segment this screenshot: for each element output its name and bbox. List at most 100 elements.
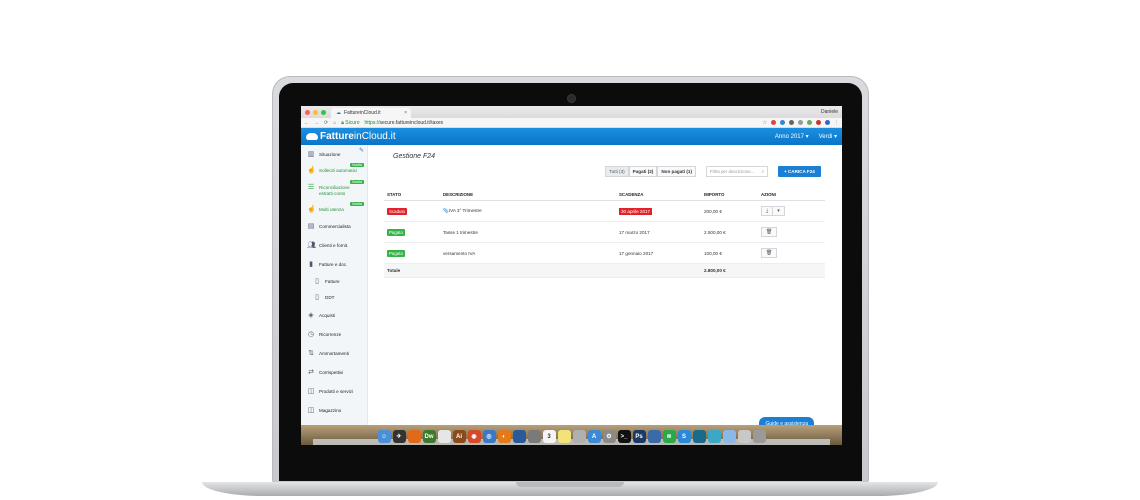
notes-icon[interactable] [557,430,571,443]
document-icon: ▯ [315,294,319,302]
launchpad-icon[interactable]: ✈ [392,430,406,443]
download-icon[interactable]: ⤓ [762,207,772,215]
sidebar-item-ammortamenti[interactable]: ⇅ Ammortamenti [301,350,367,357]
browser-user[interactable]: Daniele [821,109,838,115]
extension-icon[interactable] [789,119,794,125]
downloads-icon[interactable] [737,430,751,443]
upload-f24-button[interactable]: + CARICA F24 [777,166,821,177]
skype-icon[interactable]: S [677,430,691,443]
app-icon[interactable] [572,430,586,443]
filter-all-button[interactable]: Tutti (3) [605,166,629,177]
app-icon[interactable] [692,430,706,443]
sidebar-item-ricorrenze[interactable]: ◷ Ricorrenze [301,331,367,338]
user-menu[interactable]: Verdi ▾ [819,133,837,140]
table-row[interactable]: Pagato versamento IVA 17 gennaio 2017 10… [384,242,825,264]
sidebar-item-fatture-doc[interactable]: ▮ Fatture e doc. [301,261,367,268]
finder-icon[interactable]: ☺ [377,430,391,443]
extension-icon[interactable] [798,119,803,125]
reload-icon[interactable]: ⟳ [324,120,328,126]
sidebar-item-multi-utenza[interactable]: ☝ Multi utenza Novità [301,202,367,213]
maximize-window-button[interactable] [321,109,326,115]
home-icon[interactable]: ⌂ [333,120,336,126]
browser-tab[interactable]: ☁ FattureinCloud.it × [331,108,411,118]
year-selector[interactable]: Anno 2017 ▾ [775,133,809,140]
star-icon[interactable]: ☆ [763,120,767,126]
app-logo[interactable]: FattureinCloud.it [306,131,396,142]
tab-close-icon[interactable]: × [404,110,407,116]
sidebar-item-riconciliazione[interactable]: ☰ Riconciliazione estratti conto Novità [301,180,367,196]
app-icon[interactable] [647,430,661,443]
minimize-window-button[interactable] [313,109,318,115]
preview-icon[interactable] [437,430,451,443]
trash-icon[interactable]: 🗑︎ [762,228,776,236]
teamviewer-icon[interactable] [707,430,721,443]
app-icon[interactable] [407,430,421,443]
list-icon: ☰ [307,184,315,191]
photoshop-icon[interactable]: Ps [632,430,646,443]
search-input[interactable]: Filtra per descrizione... ⌕ [705,166,768,177]
sidebar-item-commercialista[interactable]: ▤ Commercialista [301,223,367,230]
column-header[interactable]: STATO [384,189,440,201]
laptop-notch [516,482,624,487]
sidebar-item-clienti[interactable]: 👥︎ Clienti e fornit. [301,242,367,249]
sidebar-item-fatture[interactable]: ▯ Fatture [301,278,367,285]
extension-icon[interactable] [780,119,785,125]
screen: ☁ FattureinCloud.it × Daniele ← → ⟳ ⌂ 🔒︎… [301,106,842,445]
sidebar-item-prodotti[interactable]: ◫ Prodotti e servizi [301,388,367,395]
folder-icon[interactable] [722,430,736,443]
box-icon: ◫ [307,407,315,415]
row-description[interactable]: IVA 3° Trimestre [449,208,482,213]
secure-label[interactable]: 🔒︎ Sicuro [341,120,359,126]
sidebar-item-acquisti[interactable]: ◈ Acquisti [301,312,367,319]
table-row[interactable]: Scaduto 📎︎IVA 3° Trimestre 30 aprile 201… [384,200,825,222]
illustrator-icon[interactable]: Ai [452,430,466,443]
extension-icon[interactable] [825,119,830,125]
chrome-icon[interactable]: ◉ [467,430,481,443]
table-row[interactable]: Pagato Tasse 1 trimestre 17 marzo 2017 2… [384,221,825,243]
row-description[interactable]: Tasse 1 trimestre [443,230,478,235]
new-badge: Novità [350,202,364,207]
preferences-icon[interactable]: ⚙ [602,430,616,443]
forward-icon[interactable]: → [314,120,319,126]
sidebar-item-situazione[interactable]: ▥ Situazione [301,151,367,158]
column-header[interactable]: DESCRIZIONE [440,189,616,201]
toolbar: Tutti (3) Pagati (2) Non pagati (1) Filt… [384,166,830,177]
trash-icon[interactable] [752,430,766,443]
sidebar-item-ddt[interactable]: ▯ DDT [301,294,367,301]
chevron-down-icon[interactable]: ▾ [772,207,784,215]
app-icon[interactable] [512,430,526,443]
terminal-icon[interactable]: >_ [617,430,631,443]
extension-icon[interactable] [807,119,812,125]
back-icon[interactable]: ← [304,120,309,126]
sidebar-item-solleciti[interactable]: ☝ Solleciti automatici Novità [301,163,367,174]
sidebar-item-magazzino[interactable]: ◫ Magazzino [301,407,367,414]
screen-bezel: ☁ FattureinCloud.it × Daniele ← → ⟳ ⌂ 🔒︎… [279,83,862,481]
safari-icon[interactable]: ◎ [482,430,496,443]
spotify-icon[interactable]: ≋ [662,430,676,443]
sidebar-item-corrispettivi[interactable]: ⇄ Corrispettivi [301,369,367,376]
dreamweaver-icon[interactable]: Dw [422,430,436,443]
extension-icon[interactable] [771,119,776,125]
filter-paid-button[interactable]: Pagati (2) [628,166,658,177]
app-store-icon[interactable]: A [587,430,601,443]
filter-unpaid-button[interactable]: Non pagati (1) [657,166,696,177]
lock-icon: 🔒︎ [341,119,344,126]
url-field[interactable]: https://secure.fattureincloud.it/taxes [364,120,443,126]
firefox-icon[interactable]: ◐ [497,430,511,443]
close-window-button[interactable] [305,109,310,115]
extension-icon[interactable] [816,119,821,125]
briefcase-icon: ▤ [307,223,315,231]
menu-dots-icon[interactable]: ⋮ [834,120,839,126]
column-header[interactable]: IMPORTO [701,189,758,201]
f24-table: STATO DESCRIZIONE SCADENZA IMPORTO AZION… [384,189,825,278]
trash-icon[interactable]: 🗑︎ [762,249,776,257]
column-header[interactable]: SCADENZA [616,189,701,201]
row-amount: 100,00 € [704,250,722,256]
row-description[interactable]: versamento IVA [443,251,475,256]
app-icon[interactable] [527,430,541,443]
search-icon[interactable]: ⌕ [762,169,764,174]
status-badge: Scaduto [387,207,408,215]
total-amount: 2.800,00 € [701,263,758,278]
box-icon: ◫ [307,388,315,396]
calendar-icon[interactable]: 3 [542,430,556,443]
